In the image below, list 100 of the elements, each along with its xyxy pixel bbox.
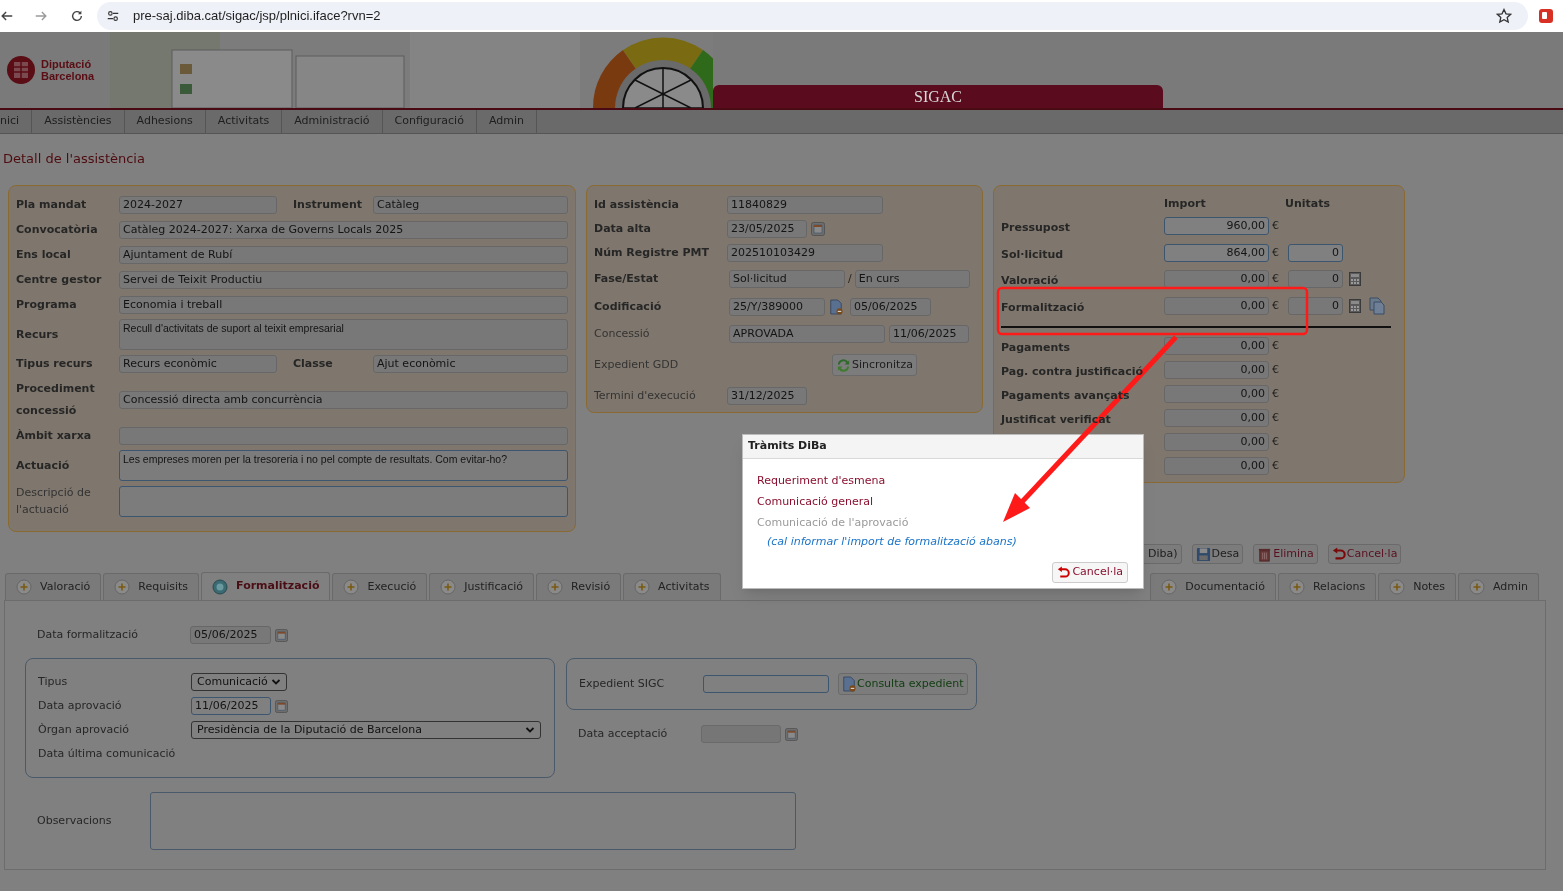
input-field[interactable]: 11/06/2025: [889, 325, 969, 343]
menu-item[interactable]: Configuració: [382, 110, 477, 133]
tab[interactable]: Justificació: [429, 573, 535, 600]
menu-item[interactable]: Administració: [282, 110, 383, 133]
field-label: Expedient GDD: [594, 356, 680, 373]
menu-item[interactable]: nici: [0, 110, 33, 133]
bookmark-star-icon[interactable]: [1496, 8, 1512, 24]
calculator-icon[interactable]: [1349, 272, 1361, 287]
menu-item[interactable]: Activitats: [205, 110, 283, 133]
dialog-link[interactable]: Comunicació general: [757, 494, 874, 510]
field-label: Centre gestor: [16, 272, 103, 288]
consult-button[interactable]: Consulta expedient: [838, 673, 968, 695]
delete-button[interactable]: Elimina: [1253, 544, 1318, 564]
input-field[interactable]: Sol·licitud: [729, 270, 845, 288]
input-field[interactable]: 0: [1288, 243, 1343, 262]
calendar-icon[interactable]: [275, 628, 288, 642]
back-icon[interactable]: [0, 9, 14, 23]
tab[interactable]: Admin: [1457, 573, 1539, 600]
calendar-icon[interactable]: [785, 727, 798, 741]
input-field[interactable]: 864,00: [1164, 243, 1269, 262]
text-area[interactable]: [119, 485, 568, 517]
field-label: Procediment concessió: [16, 381, 96, 419]
calendar-icon[interactable]: [275, 699, 288, 713]
input-field[interactable]: 0,00: [1164, 433, 1269, 451]
input-field[interactable]: Catàleg 2024-2027: Xarxa de Governs Locals 2025: [119, 221, 568, 239]
input-field[interactable]: Ajuntament de Rubí: [119, 246, 568, 264]
menu-item[interactable]: Admin: [476, 110, 537, 133]
currency-text: €: [1271, 218, 1280, 234]
input-field[interactable]: Catàleg: [373, 196, 568, 214]
menu-item[interactable]: Assistències: [32, 110, 125, 133]
tab[interactable]: Notes: [1378, 573, 1456, 600]
plus-icon: [1389, 579, 1406, 595]
currency-text: €: [1271, 385, 1280, 402]
plus-icon: [634, 579, 651, 595]
input-field[interactable]: En curs: [854, 270, 970, 288]
dialog-link[interactable]: Requeriment d'esmena: [757, 473, 886, 489]
input-field[interactable]: Concessió directa amb concurrència: [119, 391, 568, 409]
tab[interactable]: Formalització: [201, 572, 331, 600]
input-field[interactable]: 0,00: [1164, 409, 1269, 427]
text-area[interactable]: [150, 792, 796, 850]
input-field[interactable]: 11840829: [727, 196, 883, 214]
tab[interactable]: Valoració: [5, 573, 102, 600]
input-field[interactable]: 23/05/2025: [727, 220, 807, 238]
input-field[interactable]: 05/06/2025: [850, 298, 931, 316]
logo-text: Diputació: [41, 58, 93, 70]
tab[interactable]: Execució: [332, 573, 428, 600]
input-field[interactable]: 0,00: [1164, 296, 1269, 315]
status-icon: [212, 578, 229, 595]
plus-icon: [1288, 579, 1305, 595]
input-field[interactable]: 11/06/2025: [191, 697, 271, 715]
input-field[interactable]: [703, 675, 829, 693]
input-field[interactable]: 05/06/2025: [190, 626, 271, 644]
input-field[interactable]: 0,00: [1164, 337, 1269, 355]
document-icon[interactable]: [829, 299, 843, 315]
extension-icon[interactable]: [1538, 8, 1554, 24]
dropdown[interactable]: Comunicació: [191, 673, 287, 691]
cancel-button[interactable]: Cancel·la: [1052, 562, 1128, 583]
input-field[interactable]: 0,00: [1164, 385, 1269, 403]
input-field[interactable]: 0,00: [1164, 361, 1269, 379]
input-field[interactable]: Recurs econòmic: [119, 355, 277, 373]
input-field[interactable]: 31/12/2025: [727, 387, 807, 405]
input-field[interactable]: 0: [1288, 270, 1343, 289]
field-label: Id assistència: [594, 196, 680, 213]
tab[interactable]: Documentació: [1150, 573, 1276, 600]
site-settings-icon[interactable]: [106, 9, 120, 23]
text-area[interactable]: Les empreses moren per la tresoreria i no pel compte de resultats. Com evitar-ho?: [119, 450, 568, 481]
input-field[interactable]: APROVADA: [729, 325, 885, 343]
tab[interactable]: Activitats: [623, 573, 721, 600]
input-field[interactable]: 202510103429: [727, 244, 883, 262]
forward-icon[interactable]: [34, 9, 48, 23]
input-field[interactable]: 2024-2027: [119, 196, 277, 214]
field-label: Núm Registre PMT: [594, 244, 710, 261]
input-field[interactable]: 0,00: [1164, 457, 1269, 475]
cancel-button[interactable]: Cancel·la: [1327, 544, 1402, 564]
menu-item[interactable]: Adhesions: [124, 110, 206, 133]
input-field[interactable]: 960,00: [1164, 217, 1269, 236]
input-field[interactable]: 0,00: [1164, 270, 1269, 289]
reload-icon[interactable]: [70, 9, 84, 23]
plus-icon: [1161, 579, 1178, 595]
address-bar[interactable]: pre-saj.diba.cat/sigac/jsp/plnici.iface?rvn=2: [97, 2, 1528, 30]
tab[interactable]: Revisió: [536, 573, 622, 600]
input-field[interactable]: 25/Y/389000: [729, 298, 825, 316]
undo-icon: [1057, 566, 1071, 579]
sync-button[interactable]: Sincronitza: [832, 354, 917, 376]
undo-icon: [1331, 547, 1346, 561]
input-field[interactable]: Servei de Teixit Productiu: [119, 271, 568, 289]
calculator-icon[interactable]: [1349, 298, 1361, 313]
input-field[interactable]: 0: [1288, 296, 1343, 315]
currency-text: €: [1271, 409, 1280, 426]
input-field[interactable]: [119, 427, 568, 445]
calendar-icon[interactable]: [811, 222, 825, 236]
field-label: Formalització: [1001, 300, 1085, 314]
copy-icon[interactable]: [1369, 296, 1385, 315]
tab[interactable]: Requisits: [103, 573, 200, 600]
save-button[interactable]: Desa: [1191, 544, 1244, 564]
tab[interactable]: Relacions: [1277, 573, 1377, 600]
input-field[interactable]: Ajut econòmic: [373, 355, 568, 373]
text-area[interactable]: Recull d'activitats de suport al teixit empresarial: [119, 319, 568, 350]
trash-icon: [1257, 546, 1273, 562]
dropdown[interactable]: Presidència de la Diputació de Barcelona: [191, 721, 541, 739]
